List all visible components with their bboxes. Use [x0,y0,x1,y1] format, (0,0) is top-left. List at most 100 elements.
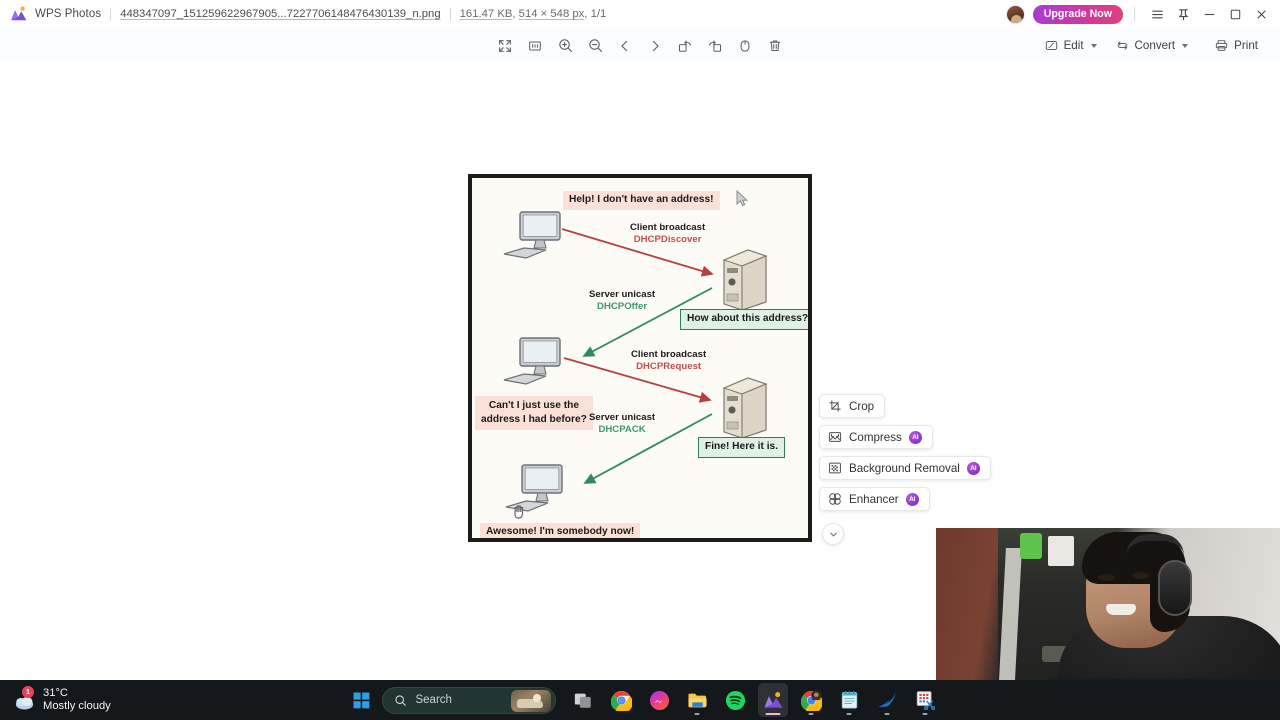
previous-image-button[interactable] [612,33,638,59]
image-viewer-photo[interactable]: Help! I don't have an address! How about… [468,174,812,542]
search-highlight-thumbnail [511,690,551,712]
ai-badge: AI [906,493,919,506]
fit-to-screen-button[interactable] [492,33,518,59]
zoom-out-button[interactable] [582,33,608,59]
print-button[interactable]: Print [1206,33,1266,58]
wps-photos-logo-icon [10,5,28,23]
divider [1134,7,1135,21]
discover-protocol: DHCPDiscover [630,234,705,246]
chevron-down-icon[interactable] [1182,44,1188,48]
callout-client-reuse-line2: address I had before? [481,413,587,427]
meta-comma-1: , [512,8,515,20]
minimize-icon[interactable] [1196,1,1222,27]
upgrade-now-button[interactable]: Upgrade Now [1033,5,1123,24]
file-name[interactable]: 448347097_151259622967905...722770614847… [120,8,440,20]
rotate-left-button[interactable] [672,33,698,59]
taskbar-app-spotify[interactable] [720,683,750,717]
edit-button[interactable]: Edit [1036,33,1105,58]
webcam-eye-left [1098,574,1115,581]
crop-button[interactable]: Crop [819,394,885,418]
messenger-icon [649,690,670,711]
taskbar-app-wireshark[interactable] [872,683,902,717]
close-icon[interactable] [1248,1,1274,27]
folder-icon [687,691,708,710]
search-icon [394,694,407,707]
discover-direction: Client broadcast [630,222,705,234]
notepad-icon [840,690,859,710]
weather-text: 31°C Mostly cloudy [43,687,111,713]
label-dhcp-request: Client broadcast DHCPRequest [631,349,706,374]
chevron-down-icon[interactable] [1091,44,1097,48]
maximize-icon[interactable] [1222,1,1248,27]
page-count: 1/1 [591,8,607,20]
enhancer-button[interactable]: Enhancer AI [819,487,930,511]
background-removal-button[interactable]: Background Removal AI [819,456,991,480]
file-dimensions[interactable]: 514 × 548 px [519,8,585,20]
running-indicator [923,713,928,716]
taskbar-app-wps-photos[interactable] [758,683,788,717]
enhancer-icon [828,492,842,506]
weather-widget[interactable]: 1 31°C Mostly cloudy [13,687,111,713]
server-tower-icon [718,246,770,312]
search-input[interactable]: Search [382,687,556,714]
callout-client-done: Awesome! I'm somebody now! [480,523,640,538]
zoom-in-button[interactable] [552,33,578,59]
taskbar-app-notepad[interactable] [834,683,864,717]
pin-icon[interactable] [1170,1,1196,27]
toolbar-center-group [460,29,820,62]
desktop-computer-icon [504,463,566,521]
edit-label: Edit [1064,39,1084,52]
taskbar-app-chrome-profile[interactable] [796,683,826,717]
chrome-icon [611,690,632,711]
running-indicator [885,713,890,716]
divider [110,8,111,21]
title-bar: WPS Photos 448347097_151259622967905...7… [0,0,1280,29]
callout-client-help: Help! I don't have an address! [563,191,720,210]
convert-button[interactable]: Convert [1107,33,1197,58]
chevron-down-icon [828,529,839,540]
label-dhcp-offer: Server unicast DHCPOffer [589,289,655,314]
offer-protocol: DHCPOffer [589,301,655,313]
spotify-icon [725,690,746,711]
delete-button[interactable] [762,33,788,59]
offer-direction: Server unicast [589,289,655,301]
rotate-right-button[interactable] [702,33,728,59]
convert-label: Convert [1135,39,1176,52]
crop-label: Crop [849,400,874,413]
webcam-headphone-earcup [1158,560,1192,616]
taskbar-app-messenger[interactable] [644,683,674,717]
compress-button[interactable]: Compress AI [819,425,933,449]
next-image-button[interactable] [642,33,668,59]
edit-icon [1044,38,1059,53]
weather-notification-badge: 1 [22,686,34,698]
expand-actions-button[interactable] [822,523,844,545]
user-avatar[interactable] [1006,5,1025,24]
enhancer-label: Enhancer [849,493,899,506]
taskbar-app-task-view[interactable] [568,683,598,717]
taskbar-app-google-chrome[interactable] [606,683,636,717]
dhcp-diagram: Help! I don't have an address! How about… [472,178,808,538]
windows-start-icon[interactable] [348,685,374,715]
server-tower-icon [718,374,770,440]
task-view-icon [573,690,593,710]
desktop-computer-icon [502,336,564,394]
print-label: Print [1234,39,1258,52]
taskbar-app-file-explorer[interactable] [682,683,712,717]
taskbar-app-snipping-tool[interactable] [910,683,940,717]
compress-label: Compress [849,431,902,444]
search-placeholder: Search [415,694,451,706]
ack-protocol: DHCPACK [589,424,655,436]
compress-image-icon [828,430,842,444]
chrome-profile-icon [801,690,822,711]
file-size[interactable]: 161.47 KB [460,8,513,20]
webcam-eye-right [1132,572,1149,579]
request-protocol: DHCPRequest [631,361,706,373]
flip-button[interactable] [732,33,758,59]
active-indicator [766,713,781,716]
app-name: WPS Photos [35,8,101,20]
actual-size-button[interactable] [522,33,548,59]
toolbar-right-group: Edit Convert Print [1036,29,1280,62]
cloud-icon: 1 [13,689,36,712]
taskbar-app-list [568,683,940,717]
hamburger-menu-icon[interactable] [1144,1,1170,27]
